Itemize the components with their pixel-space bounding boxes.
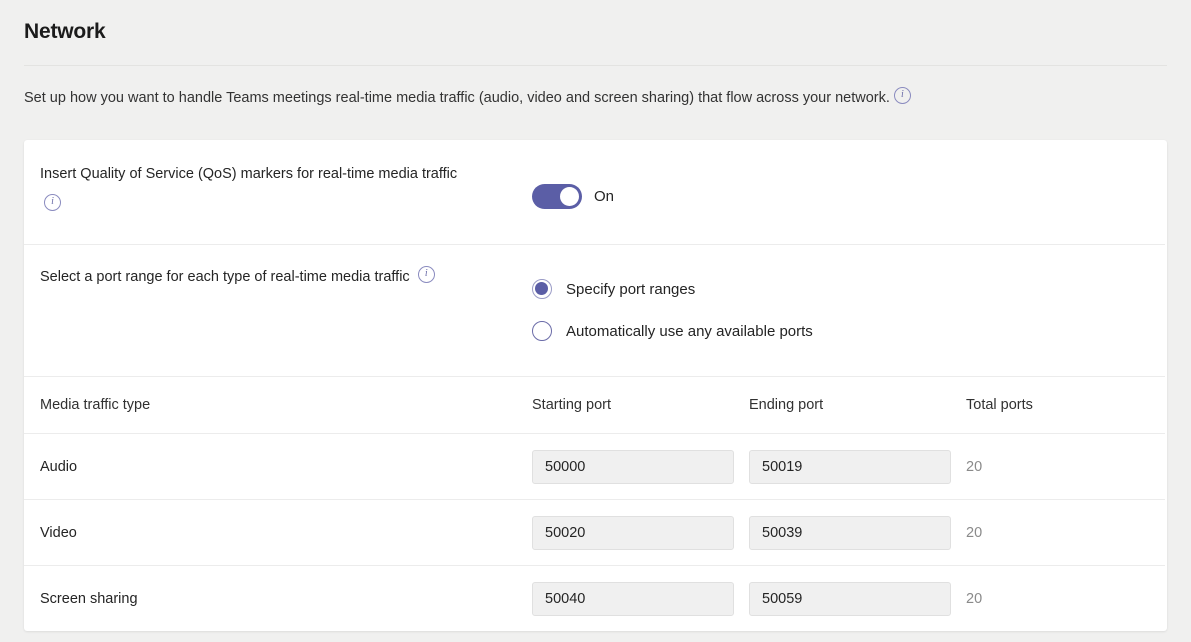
total-ports-value: 20 bbox=[966, 590, 983, 607]
ending-port-cell bbox=[749, 449, 966, 484]
port-range-setting-row: Select a port range for each type of rea… bbox=[24, 245, 1167, 376]
info-icon[interactable] bbox=[44, 194, 61, 211]
ending-port-cell bbox=[749, 515, 966, 550]
info-icon[interactable] bbox=[893, 87, 911, 104]
qos-setting-row: Insert Quality of Service (QoS) markers … bbox=[24, 140, 1167, 244]
radio-option-specify-port-ranges[interactable]: Specify port ranges bbox=[532, 268, 813, 310]
starting-port-cell bbox=[532, 581, 749, 616]
port-range-radio-group: Specify port ranges Automatically use an… bbox=[532, 265, 813, 352]
starting-port-input[interactable] bbox=[532, 581, 734, 616]
starting-port-cell bbox=[532, 515, 749, 550]
page-title: Network bbox=[24, 20, 106, 43]
network-settings-page: Network Set up how you want to handle Te… bbox=[0, 0, 1191, 642]
ending-port-input[interactable] bbox=[749, 581, 951, 616]
settings-card: Insert Quality of Service (QoS) markers … bbox=[24, 140, 1167, 631]
media-traffic-type: Audio bbox=[40, 458, 78, 475]
port-range-label-text: Select a port range for each type of rea… bbox=[40, 269, 410, 285]
starting-port-input[interactable] bbox=[532, 515, 734, 550]
qos-toggle-label: On bbox=[594, 188, 615, 205]
total-ports-value: 20 bbox=[966, 524, 983, 541]
ending-port-input[interactable] bbox=[749, 515, 951, 550]
radio-label: Specify port ranges bbox=[566, 280, 696, 298]
table-row: Video 20 bbox=[24, 500, 1167, 565]
qos-label-block: Insert Quality of Service (QoS) markers … bbox=[24, 162, 532, 218]
port-range-label-block: Select a port range for each type of rea… bbox=[24, 265, 532, 290]
page-description-text: Set up how you want to handle Teams meet… bbox=[24, 90, 890, 106]
ending-port-input[interactable] bbox=[749, 449, 951, 484]
table-row: Screen sharing 20 bbox=[24, 566, 1167, 631]
starting-port-cell bbox=[532, 449, 749, 484]
info-icon[interactable] bbox=[417, 266, 435, 283]
qos-toggle-wrap: On bbox=[532, 162, 614, 209]
table-row: Audio 20 bbox=[24, 434, 1167, 499]
column-header-total-ports: Total ports bbox=[966, 397, 1033, 413]
column-header-media-traffic-type: Media traffic type bbox=[40, 397, 151, 413]
starting-port-input[interactable] bbox=[532, 449, 734, 484]
radio-mark bbox=[532, 321, 552, 341]
ending-port-cell bbox=[749, 581, 966, 616]
qos-label-text: Insert Quality of Service (QoS) markers … bbox=[40, 166, 458, 182]
radio-label: Automatically use any available ports bbox=[566, 322, 813, 340]
total-ports-value: 20 bbox=[966, 458, 983, 475]
media-traffic-type: Video bbox=[40, 524, 77, 541]
toggle-knob bbox=[560, 187, 579, 206]
radio-mark bbox=[532, 279, 552, 299]
ports-table-header: Media traffic type Starting port Ending … bbox=[24, 377, 1167, 433]
media-traffic-type: Screen sharing bbox=[40, 590, 138, 607]
page-description: Set up how you want to handle Teams meet… bbox=[24, 87, 911, 108]
title-divider bbox=[24, 65, 1167, 66]
column-header-starting-port: Starting port bbox=[532, 397, 611, 413]
column-header-ending-port: Ending port bbox=[749, 397, 824, 413]
qos-toggle[interactable] bbox=[532, 184, 582, 209]
radio-option-automatic-ports[interactable]: Automatically use any available ports bbox=[532, 310, 813, 352]
